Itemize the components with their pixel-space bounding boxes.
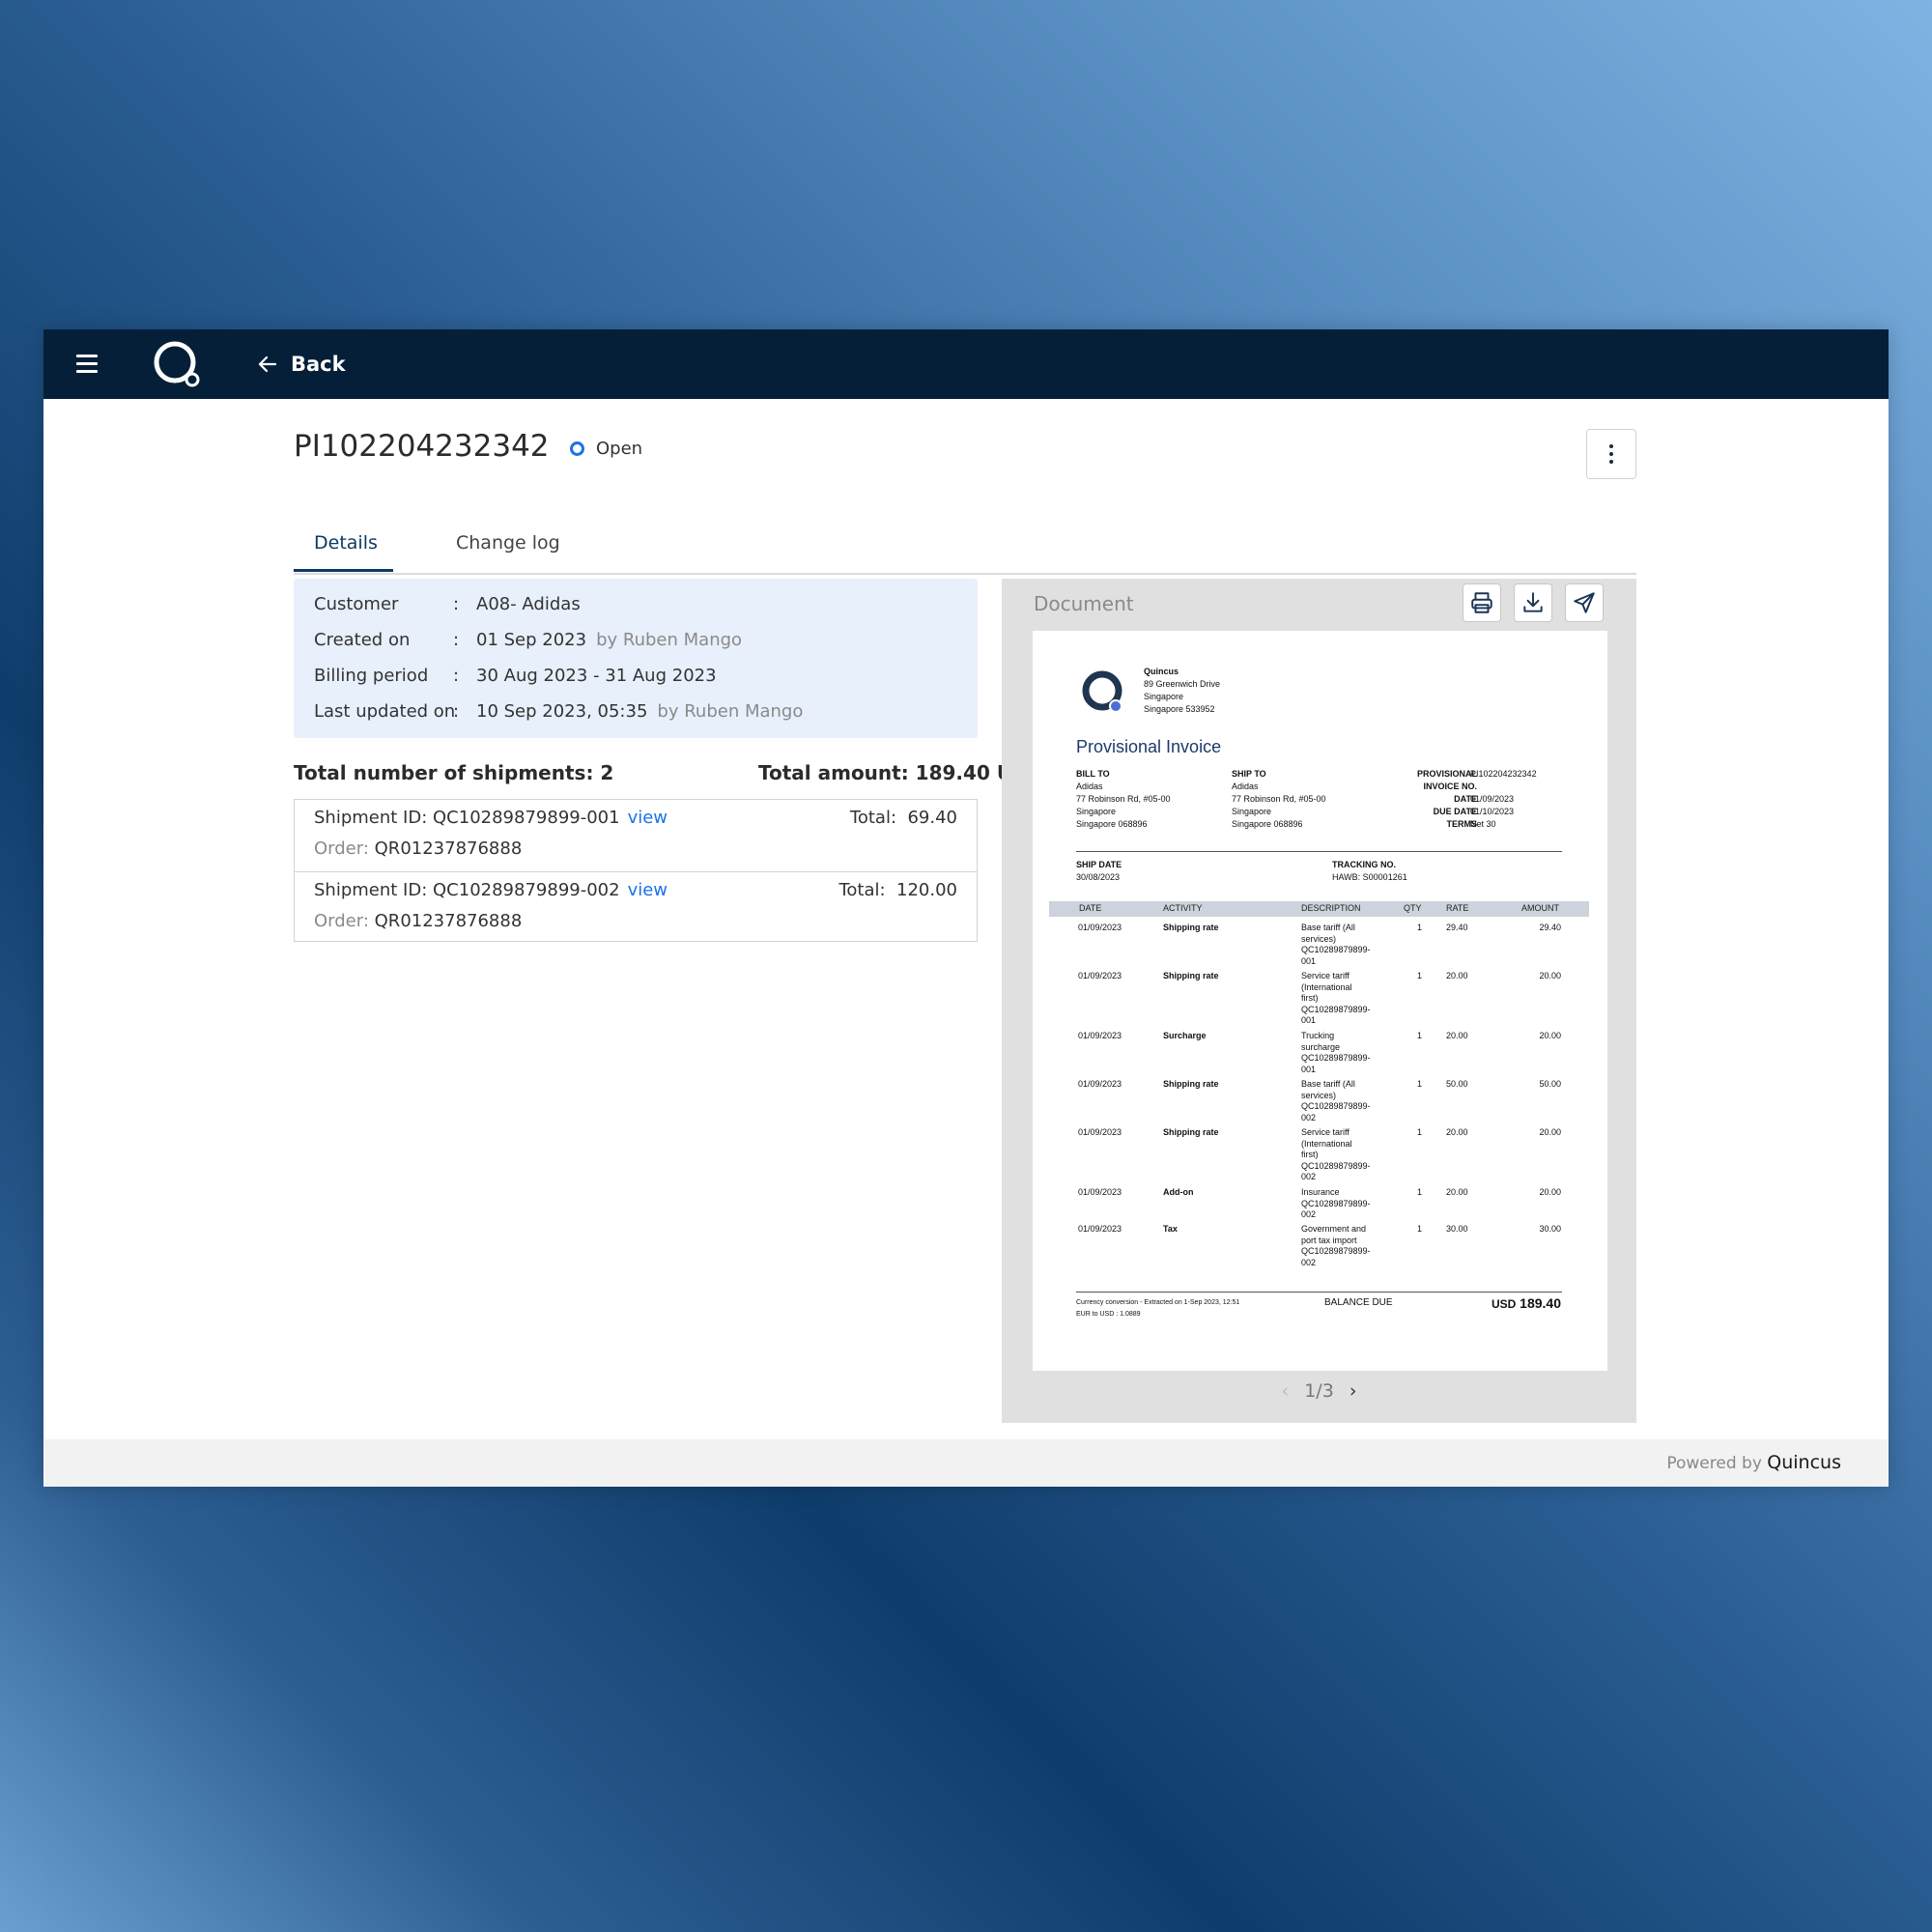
print-button[interactable] [1463,583,1501,622]
ship-to-block: SHIP TO Adidas 77 Robinson Rd, #05-00 Si… [1232,769,1326,829]
app-window: Back PI102204232342 Open Details Change … [43,329,1889,1487]
printer-icon [1471,592,1492,613]
active-tab-indicator [294,569,393,572]
status-label: Open [596,439,643,459]
currency-note: Currency conversion - Extracted on 1-Sep… [1076,1299,1240,1318]
customer-label: Customer [314,594,399,614]
more-options-button[interactable] [1586,429,1636,479]
shipment-item: Shipment ID: QC10289879899-001 view Total… [295,800,977,871]
previous-page-button[interactable]: ‹ [1272,1380,1299,1402]
shipment-list: Shipment ID: QC10289879899-001 view Total… [294,799,978,942]
tab-bar: Details Change log [294,523,1636,575]
order-value: QR01237876888 [374,838,523,859]
page-title: PI102204232342 [294,429,550,464]
balance-due-label: BALANCE DUE [1324,1297,1393,1308]
more-vertical-icon [1609,444,1613,448]
customer-row: Customer: A08- Adidas [314,594,581,614]
document-title: Document [1034,592,1134,615]
back-label: Back [291,353,346,376]
download-icon [1523,592,1543,612]
updated-by: by Ruben Mango [657,701,804,722]
updated-value: 10 Sep 2023, 05:35 [476,701,648,722]
shipment-total: 69.40 [907,808,957,828]
order-label: Order: [314,838,369,859]
status-dot-icon [570,441,584,456]
send-button[interactable] [1565,583,1604,622]
document-pager: ‹ 1/3 › [1002,1380,1636,1402]
billing-row: Billing period:30 Aug 2023 - 31 Aug 2023 [314,666,717,686]
shipment-id: Shipment ID: QC10289879899-001 [314,808,620,828]
shipment-id: Shipment ID: QC10289879899-002 [314,880,620,900]
next-page-button[interactable]: › [1340,1380,1367,1402]
invoice-meta-values: PI102204232342 01/09/2023 01/10/2023 Net… [1470,769,1537,829]
created-value: 01 Sep 2023 [476,630,587,650]
tracking-block: TRACKING NO. HAWB: S00001261 [1332,860,1407,882]
customer-value: A08- Adidas [476,594,581,614]
shipment-total-label: Total: [838,880,886,900]
menu-icon[interactable] [76,355,98,374]
balance-due-amount: USD 189.40 [1491,1295,1561,1311]
invoice-title: Provisional Invoice [1076,737,1222,756]
brand-name: Quincus [1767,1452,1841,1473]
divider [1076,1292,1562,1293]
divider [1076,851,1562,852]
invoice-logo [1082,670,1122,713]
billing-label: Billing period [314,666,429,686]
shipment-total: 120.00 [896,880,957,900]
invoice-table-header: DATE ACTIVITY DESCRIPTION QTY RATE AMOUN… [1049,901,1589,917]
footer: Powered by Quincus [43,1439,1889,1487]
top-navigation-bar: Back [43,329,1889,399]
invoice-meta-labels: PROVISIONAL INVOICE NO. DATE DUE DATE TE… [1416,769,1477,829]
order-label: Order: [314,911,369,931]
updated-row: Last updated on: 10 Sep 2023, 05:35 by Rub… [314,701,804,722]
back-button[interactable]: Back [256,349,346,380]
send-icon [1574,592,1595,613]
shipment-total-label: Total: [849,808,897,828]
view-shipment-link[interactable]: view [628,880,668,900]
view-shipment-link[interactable]: view [628,808,668,828]
bill-to-block: BILL TO Adidas 77 Robinson Rd, #05-00 Si… [1076,769,1171,829]
order-value: QR01237876888 [374,911,523,931]
invoice-preview-page: Quincus 89 Greenwich Drive Singapore Sin… [1033,631,1607,1371]
total-amount: Total amount: 189.40 USD [758,761,1043,784]
quincus-logo[interactable] [152,339,206,391]
shipment-item: Shipment ID: QC10289879899-002 view Total… [295,871,977,944]
created-row: Created on:01 Sep 2023 by Ruben Mango [314,630,743,650]
ship-date-block: SHIP DATE 30/08/2023 [1076,860,1122,882]
shipment-count: Total number of shipments: 2 [294,761,614,784]
powered-by: Powered by Quincus [1666,1452,1841,1473]
arrow-left-icon [258,355,277,373]
status-badge: Open [570,439,642,459]
updated-label: Last updated on [314,701,456,722]
tab-change-log[interactable]: Change log [456,532,560,554]
document-panel: Document Quincus 89 Greenwich Drive Sing… [1002,579,1636,1423]
download-button[interactable] [1514,583,1552,622]
invoice-company-block: Quincus 89 Greenwich Drive Singapore Sin… [1144,667,1221,714]
tab-details[interactable]: Details [314,532,378,554]
created-by: by Ruben Mango [596,630,743,650]
details-panel: Customer: A08- Adidas Created on:01 Sep 2… [294,579,978,738]
page-indicator: 1/3 [1304,1380,1334,1402]
created-label: Created on [314,630,411,650]
billing-value: 30 Aug 2023 - 31 Aug 2023 [476,666,717,686]
